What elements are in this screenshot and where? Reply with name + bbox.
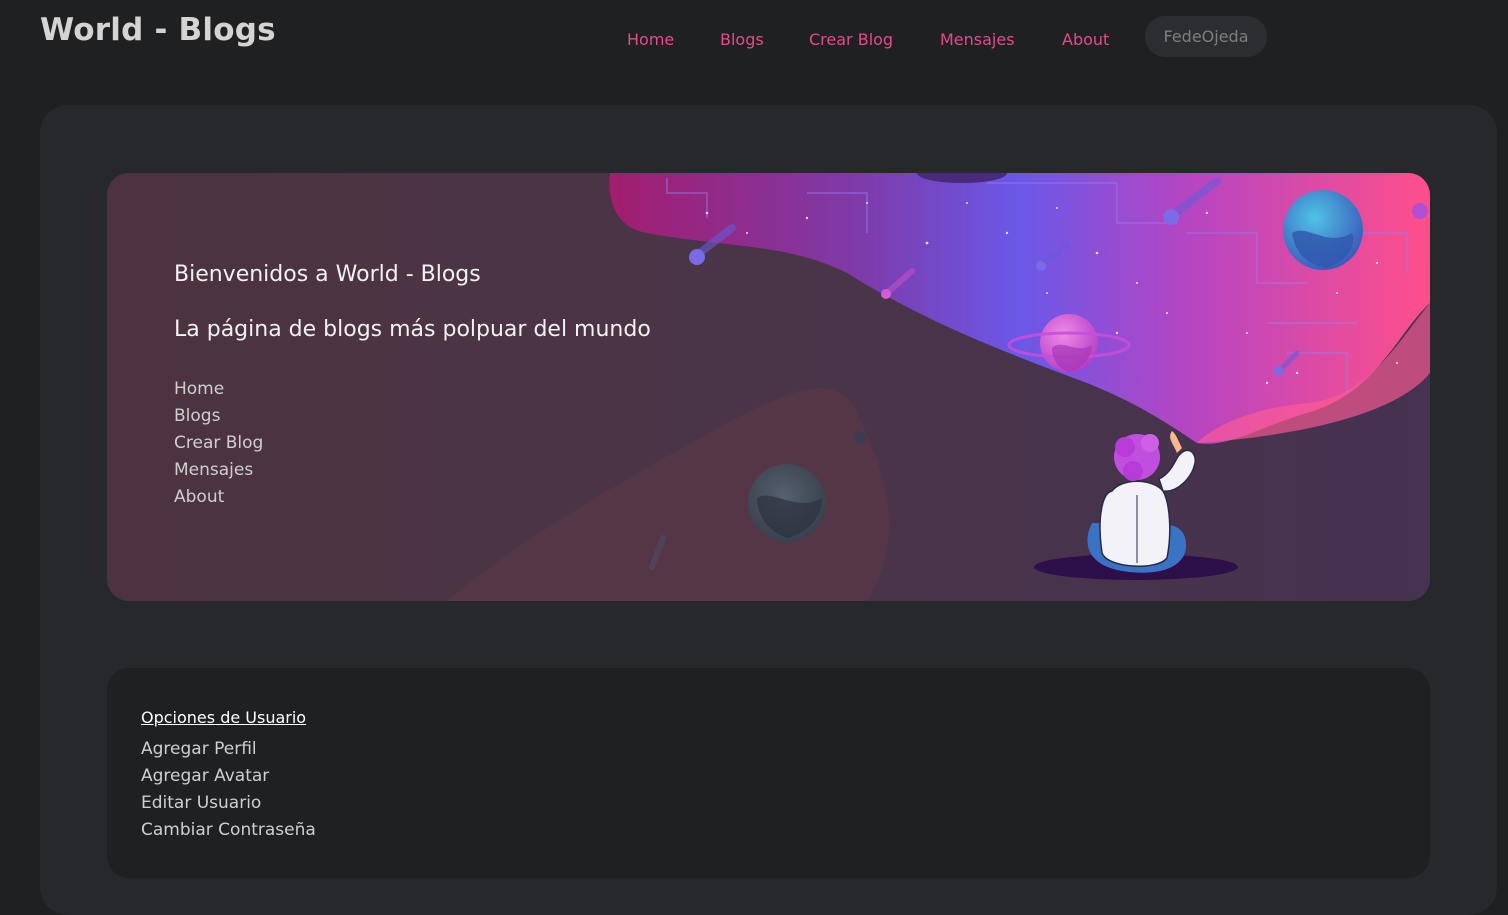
edit-user-link[interactable]: Editar Usuario <box>141 790 316 817</box>
hero-link-home[interactable]: Home <box>174 376 263 403</box>
nav-mensajes-link[interactable]: Mensajes <box>940 30 1015 49</box>
space-illustration <box>447 173 1430 601</box>
nav-home-link[interactable]: Home <box>627 30 674 49</box>
hero-link-mensajes[interactable]: Mensajes <box>174 457 263 484</box>
add-profile-link[interactable]: Agregar Perfil <box>141 736 316 763</box>
nav-blogs-link[interactable]: Blogs <box>720 30 764 49</box>
top-navbar: World - Blogs Home Blogs Crear Blog Mens… <box>0 0 1508 90</box>
user-menu-button[interactable]: FedeOjeda <box>1145 16 1267 57</box>
nav-crear-blog-link[interactable]: Crear Blog <box>809 30 893 49</box>
user-options-panel: Opciones de Usuario Agregar Perfil Agreg… <box>107 668 1430 878</box>
hero-banner: Bienvenidos a World - Blogs La página de… <box>107 173 1430 601</box>
site-brand[interactable]: World - Blogs <box>40 12 276 48</box>
hero-title: Bienvenidos a World - Blogs <box>174 262 481 287</box>
hero-link-about[interactable]: About <box>174 484 263 511</box>
add-avatar-link[interactable]: Agregar Avatar <box>141 763 316 790</box>
hero-link-crear-blog[interactable]: Crear Blog <box>174 430 263 457</box>
hero-links-list: Home Blogs Crear Blog Mensajes About <box>174 376 263 511</box>
user-options-title: Opciones de Usuario <box>141 708 307 727</box>
user-options-list: Agregar Perfil Agregar Avatar Editar Usu… <box>141 736 316 844</box>
person-figure <box>1087 431 1196 573</box>
change-password-link[interactable]: Cambiar Contraseña <box>141 817 316 844</box>
nav-about-link[interactable]: About <box>1062 30 1109 49</box>
hero-subtitle: La página de blogs más polpuar del mundo <box>174 317 651 342</box>
hero-link-blogs[interactable]: Blogs <box>174 403 263 430</box>
